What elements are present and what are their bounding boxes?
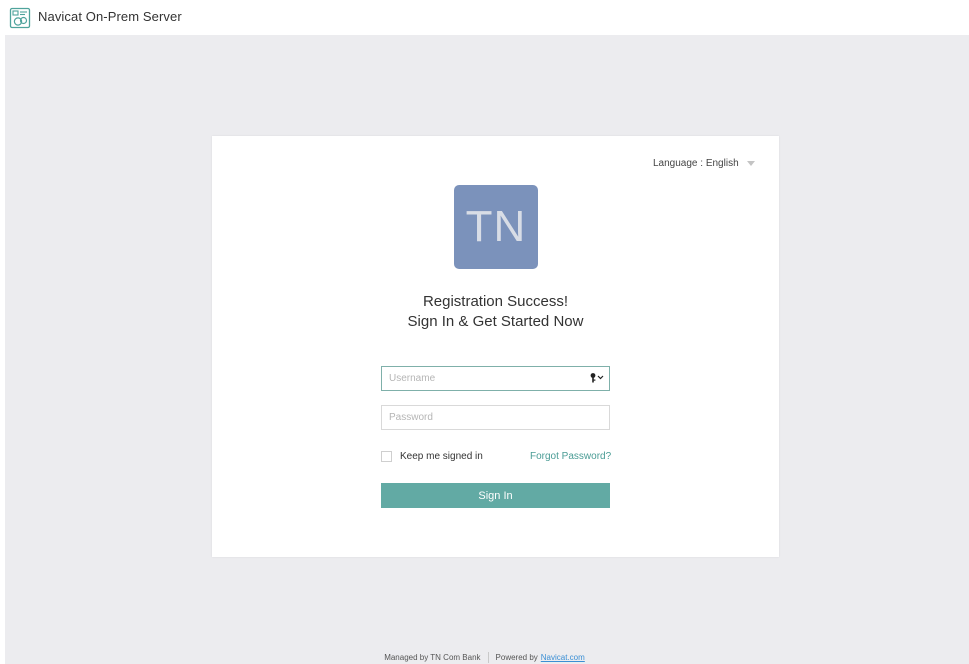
keep-signed-in-checkbox[interactable] [381, 451, 392, 462]
forgot-password-link[interactable]: Forgot Password? [530, 451, 611, 462]
footer-divider [487, 652, 489, 663]
navicat-logo-icon [9, 7, 31, 29]
app-title: Navicat On-Prem Server [38, 9, 182, 24]
saved-credentials-dropdown[interactable] [589, 371, 607, 385]
key-dropdown-icon [590, 373, 604, 383]
username-input[interactable] [381, 366, 610, 391]
password-input[interactable] [381, 405, 610, 430]
organization-avatar: TN [454, 185, 538, 269]
powered-by-text: Powered by [495, 653, 538, 662]
avatar-initials: TN [465, 202, 527, 251]
managed-by-text: Managed by TN Com Bank [384, 653, 481, 662]
caret-down-icon [746, 161, 755, 166]
sign-in-button[interactable]: Sign In [381, 483, 610, 508]
top-bar: Navicat On-Prem Server [0, 0, 969, 34]
footer: Managed by TN Com Bank Powered by Navica… [0, 652, 969, 663]
heading-line-2: Sign In & Get Started Now [407, 313, 584, 330]
navicat-link[interactable]: Navicat.com [541, 653, 585, 662]
keep-signed-in: Keep me signed in [381, 451, 483, 462]
language-selector[interactable]: Language : English [653, 158, 755, 169]
keep-signed-in-label: Keep me signed in [400, 451, 483, 462]
welcome-heading: Registration Success! Sign In & Get Star… [212, 292, 779, 332]
language-label: Language : English [653, 158, 739, 169]
heading-line-1: Registration Success! [422, 293, 569, 310]
